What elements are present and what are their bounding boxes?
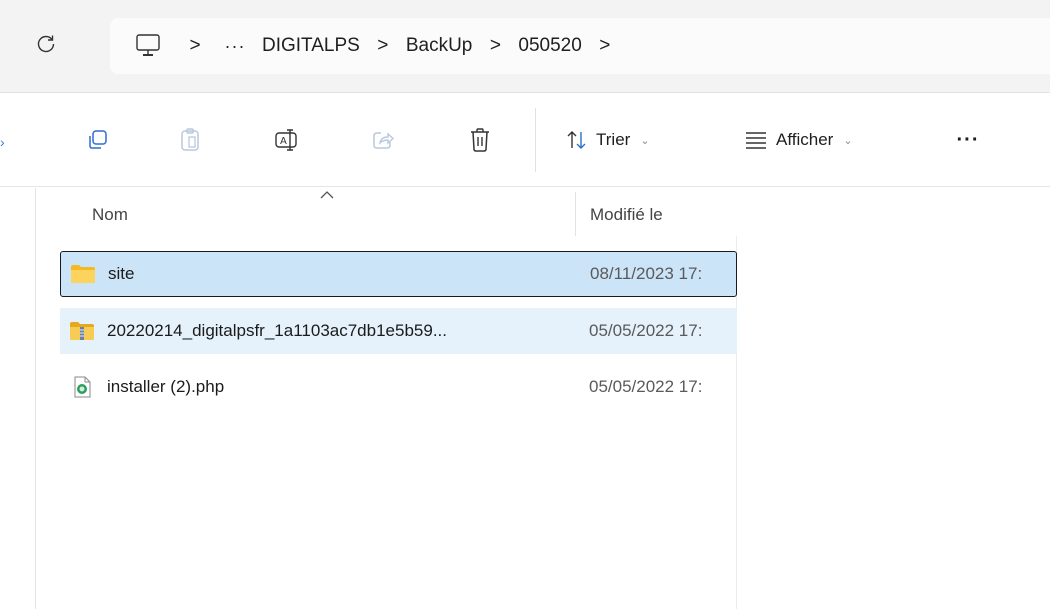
chevron-right-icon[interactable]: > bbox=[582, 26, 628, 66]
sort-label: Trier bbox=[596, 130, 631, 149]
file-name: installer (2).php bbox=[107, 377, 225, 396]
file-list: Nom Modifié le site 08/11/2023 17: 20220… bbox=[0, 188, 1050, 609]
chevron-down-icon: ⌄ bbox=[843, 134, 853, 147]
column-header-modified[interactable]: Modifié le bbox=[590, 205, 663, 225]
file-modified-date: 05/05/2022 17: bbox=[589, 377, 703, 396]
column-header-name[interactable]: Nom bbox=[92, 205, 128, 225]
rename-icon: A bbox=[275, 129, 297, 151]
address-box[interactable]: > ··· DIGITALPS > BackUp > 050520 > bbox=[110, 18, 1050, 74]
breadcrumb-050520[interactable]: 050520 bbox=[518, 26, 581, 66]
sort-icon bbox=[567, 131, 586, 149]
file-name: 20220214_digitalpsfr_1a1103ac7db1e5b59..… bbox=[107, 321, 447, 340]
file-modified-date: 05/05/2022 17: bbox=[589, 321, 703, 340]
paste-icon bbox=[181, 128, 199, 151]
command-separator bbox=[535, 108, 536, 172]
svg-text:A: A bbox=[280, 136, 287, 147]
sort-button[interactable]: Trier ⌄ bbox=[566, 122, 650, 158]
paste-button[interactable] bbox=[172, 122, 208, 158]
breadcrumb-overflow[interactable]: ··· bbox=[218, 26, 252, 66]
nav-pane-divider[interactable] bbox=[35, 188, 36, 609]
share-button[interactable] bbox=[365, 122, 401, 158]
nav-expand-icon[interactable]: › bbox=[0, 134, 5, 150]
chevron-right-icon[interactable]: > bbox=[472, 26, 518, 66]
chevron-right-icon[interactable]: > bbox=[172, 26, 218, 66]
chevron-down-icon: ⌄ bbox=[640, 134, 650, 147]
view-icon bbox=[746, 132, 766, 149]
this-pc-icon[interactable] bbox=[134, 26, 172, 66]
command-bar: › A Trier ⌄ Afficher ⌄ ··· bbox=[0, 94, 1050, 187]
trash-icon bbox=[471, 128, 489, 152]
list-item[interactable]: installer (2).php 05/05/2022 17: bbox=[60, 364, 737, 410]
refresh-button[interactable] bbox=[26, 22, 66, 66]
share-icon bbox=[373, 132, 395, 149]
file-modified-date: 08/11/2023 17: bbox=[590, 264, 703, 283]
address-bar-strip: > ··· DIGITALPS > BackUp > 050520 > bbox=[0, 0, 1050, 93]
chevron-right-icon[interactable]: > bbox=[360, 26, 406, 66]
breadcrumb-digitalps[interactable]: DIGITALPS bbox=[252, 26, 360, 66]
breadcrumb-backup[interactable]: BackUp bbox=[406, 26, 473, 66]
folder-icon bbox=[69, 263, 97, 285]
more-options-button[interactable]: ··· bbox=[948, 122, 988, 158]
column-resize-handle[interactable] bbox=[575, 192, 576, 236]
delete-button[interactable] bbox=[462, 122, 498, 158]
zip-folder-icon bbox=[68, 320, 96, 342]
file-name: site bbox=[108, 264, 135, 283]
rename-button[interactable]: A bbox=[271, 122, 307, 158]
view-label: Afficher bbox=[776, 130, 834, 149]
list-item[interactable]: 20220214_digitalpsfr_1a1103ac7db1e5b59..… bbox=[60, 308, 737, 354]
copy-icon bbox=[89, 130, 107, 149]
copy-button[interactable] bbox=[80, 122, 116, 158]
refresh-icon bbox=[37, 35, 55, 53]
list-item[interactable]: site 08/11/2023 17: bbox=[60, 251, 737, 297]
php-file-icon bbox=[68, 376, 96, 398]
view-button[interactable]: Afficher ⌄ bbox=[744, 122, 853, 158]
column-header-row: Nom Modifié le bbox=[60, 188, 750, 238]
